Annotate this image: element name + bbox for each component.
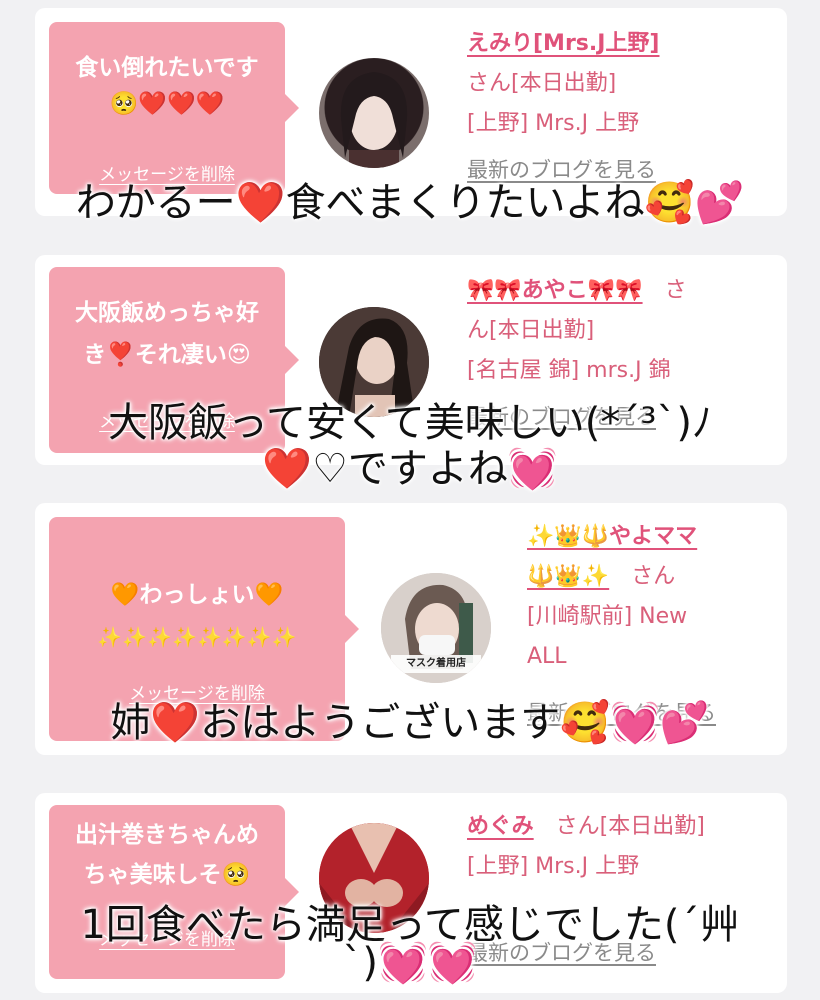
san-text: さん[本日出勤] [467, 71, 617, 96]
reply-caption-line: 姉❤️おはようございます🥰💓💕 [110, 700, 710, 746]
message-text: 食い倒れたいです [75, 55, 259, 81]
reply-caption-line: わかるー❤️食べまくりたいよね🥰💕 [75, 180, 745, 226]
message-emoji: 🥺❤️❤️❤️ [109, 91, 225, 117]
message-text: 🧡わっしょい🧡 [110, 582, 284, 608]
cast-name-link[interactable]: 🎀🎀あやこ🎀🎀 [467, 278, 643, 303]
reply-caption: 大阪飯って安くて美味しい(*´³`)ﾉ ❤️♡ですよね💓 [0, 400, 820, 492]
san-text: さん[本日出勤] [555, 814, 705, 839]
reply-caption-line: ❤️♡ですよね💓 [262, 446, 558, 492]
shop-text-cont: ALL [527, 644, 567, 669]
san-text: さ [664, 278, 687, 303]
message-bubble: 食い倒れたいです 🥺❤️❤️❤️ メッセージを削除 [49, 22, 299, 194]
message-text: 大阪飯めっちゃ好 [75, 300, 259, 326]
reply-caption: わかるー❤️食べまくりたいよね🥰💕 [0, 180, 820, 226]
cast-name-link-cont[interactable]: 🔱👑✨ [527, 564, 609, 589]
latest-blog-link[interactable]: 最新のブログを見る [467, 158, 656, 182]
avatar-caption: マスク着用店 [406, 658, 466, 669]
reply-caption-line: 大阪飯って安くて美味しい(*´³`)ﾉ [107, 400, 713, 446]
cast-name-link[interactable]: えみり[Mrs.J上野] [467, 31, 660, 56]
avatar[interactable] [319, 58, 429, 168]
san-text: さん [631, 564, 676, 589]
cast-name-link[interactable]: めぐみ [467, 814, 534, 839]
shop-text: [名古屋 錦] mrs.J 錦 [467, 358, 671, 383]
reply-caption: 1回食べたら満足って感じでした(´艸 `)💓💓 [0, 902, 820, 986]
san-text-cont: ん[本日出勤] [467, 318, 595, 343]
avatar-photo-icon [340, 72, 408, 168]
shop-text: [上野] Mrs.J 上野 [467, 854, 640, 879]
reply-caption: 姉❤️おはようございます🥰💓💕 [0, 700, 820, 746]
message-text: 出汁巻きちゃんめ [75, 822, 259, 848]
shop-text: [上野] Mrs.J 上野 [467, 111, 640, 136]
shop-text: [川崎駅前] New [527, 604, 688, 629]
cast-name-link[interactable]: ✨👑🔱やよママ [527, 524, 697, 549]
avatar[interactable]: マスク着用店 [381, 573, 491, 683]
message-emoji: ちゃ美味しそ🥺 [83, 862, 251, 888]
cast-info: えみり[Mrs.J上野] さん[本日出勤] [上野] Mrs.J 上野 最新のブ… [467, 24, 660, 191]
message-emoji: ✨✨✨✨✨✨✨✨ [97, 625, 297, 649]
message-emoji: き❣️それ凄い😍 [83, 342, 251, 368]
